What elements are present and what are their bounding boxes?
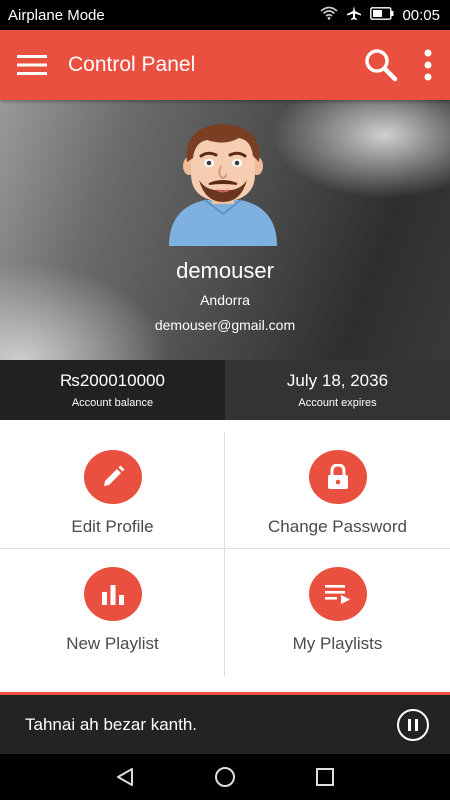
app-bar: Control Panel [0, 30, 450, 100]
my-playlists-button[interactable]: My Playlists [225, 537, 450, 654]
more-vert-icon [424, 49, 432, 81]
edit-profile-label: Edit Profile [71, 517, 154, 536]
actions-grid: Edit Profile Change Password New Playlis… [0, 420, 450, 692]
pencil-icon [103, 465, 124, 486]
wifi-icon [320, 6, 338, 24]
profile-header: demouser Andorra demouser@gmail.com [0, 100, 450, 360]
back-icon [117, 768, 133, 786]
recents-button[interactable] [305, 757, 345, 797]
battery-icon [370, 6, 394, 24]
airplane-mode-label: Airplane Mode [8, 6, 105, 24]
edit-profile-icon-circle [83, 450, 142, 504]
clock: 00:05 [402, 6, 440, 24]
account-balance: ₨200010000 Account balance [0, 360, 225, 420]
pause-icon-bar [415, 718, 418, 731]
my-playlists-icon-circle [308, 567, 367, 621]
country: Andorra [200, 292, 250, 308]
menu-button[interactable] [2, 30, 62, 100]
new-playlist-button[interactable]: New Playlist [0, 537, 225, 654]
recents-icon [316, 768, 334, 786]
search-button[interactable] [356, 30, 406, 100]
search-icon [365, 49, 398, 82]
account-expires-value: July 18, 2036 [286, 371, 389, 390]
back-button[interactable] [105, 757, 145, 797]
more-options-button[interactable] [406, 30, 450, 100]
account-expires: July 18, 2036 Account expires [225, 360, 450, 420]
new-playlist-icon-circle [83, 567, 142, 621]
avatar[interactable] [165, 122, 281, 246]
now-playing-title: Tahnai ah bezar kanth. [25, 714, 198, 734]
system-nav-bar [0, 754, 450, 800]
my-playlists-label: My Playlists [292, 634, 383, 653]
edit-profile-button[interactable]: Edit Profile [0, 420, 225, 537]
email: demouser@gmail.com [154, 317, 296, 333]
change-password-button[interactable]: Change Password [225, 420, 450, 537]
account-balance-label: Account balance [71, 397, 154, 409]
account-balance-value: ₨200010000 [60, 371, 165, 390]
change-password-icon-circle [308, 450, 367, 504]
status-icons: 00:05 [320, 5, 440, 25]
menu-icon [17, 55, 47, 75]
mini-player[interactable]: Tahnai ah bezar kanth. [0, 692, 450, 754]
username: demouser [176, 258, 274, 283]
page-title: Control Panel [68, 53, 196, 76]
status-bar: Airplane Mode 00:05 [0, 0, 450, 30]
new-playlist-label: New Playlist [66, 634, 159, 653]
home-icon [215, 767, 235, 787]
pause-button[interactable] [397, 708, 429, 741]
airplane-icon [346, 5, 362, 25]
account-expires-label: Account expires [298, 397, 377, 409]
lock-icon [327, 464, 348, 489]
home-button[interactable] [205, 757, 245, 797]
bar-chart-icon [101, 585, 124, 605]
change-password-label: Change Password [268, 517, 407, 536]
pause-icon [408, 718, 411, 731]
playlist-icon [324, 585, 350, 604]
account-stats: ₨200010000 Account balance July 18, 2036… [0, 360, 450, 420]
